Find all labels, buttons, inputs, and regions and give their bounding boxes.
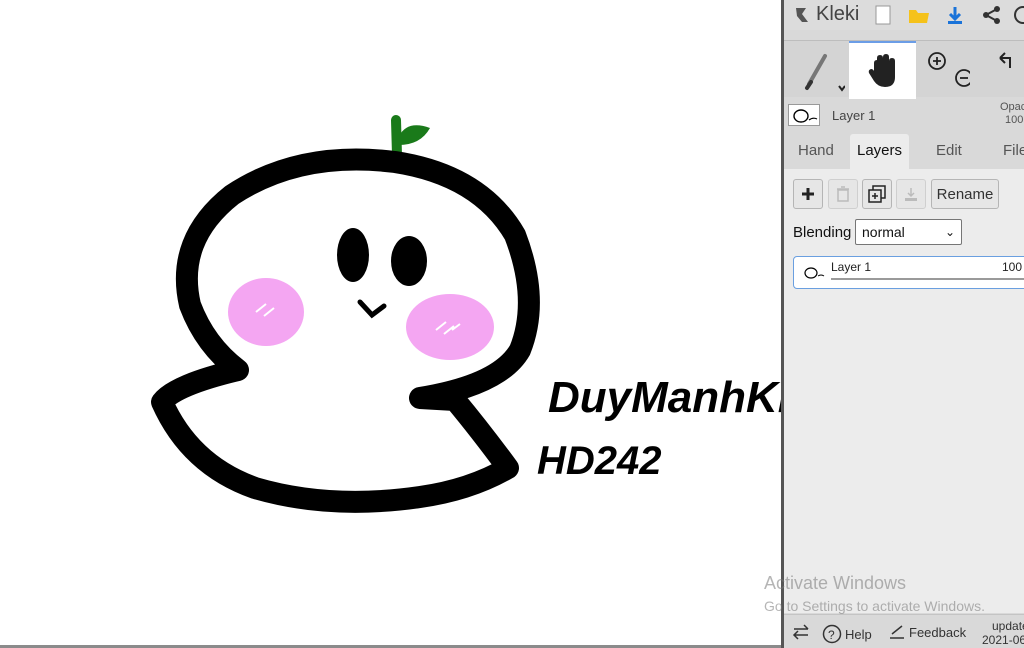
- update-label: update: [992, 619, 1024, 633]
- layers-panel: Rename Blending normal ⌄ Layer 1 100: [784, 169, 1024, 613]
- right-eye: [391, 236, 427, 286]
- right-blush: [406, 294, 494, 360]
- swap-side-button[interactable]: [792, 624, 810, 640]
- tool-row: [784, 40, 1024, 99]
- help-icon: ?: [822, 624, 842, 644]
- open-folder-icon[interactable]: [908, 4, 930, 26]
- chevron-down-icon: [838, 85, 845, 92]
- tab-edit[interactable]: Edit: [929, 134, 969, 169]
- undo-icon: [999, 52, 1011, 68]
- layer-thumbnail: [804, 267, 825, 279]
- download-icon[interactable]: [944, 4, 966, 26]
- kleki-logo-icon: [796, 7, 808, 22]
- update-info[interactable]: update 2021-06: [982, 619, 1024, 647]
- blending-value: normal: [862, 224, 905, 240]
- app-logo: Kleki: [792, 3, 859, 26]
- tab-layers[interactable]: Layers: [850, 134, 910, 169]
- opacity-label: Opac: [1000, 101, 1024, 113]
- windows-activation-title: Activate Windows: [764, 573, 907, 593]
- settings-icon[interactable]: [1012, 4, 1024, 26]
- layer-thumbnail-small: [788, 104, 820, 126]
- feedback-label: Feedback: [909, 624, 967, 640]
- help-button[interactable]: ? Help: [822, 624, 872, 644]
- brush-tool[interactable]: [790, 41, 850, 97]
- trash-icon: [837, 186, 849, 202]
- hand-tool[interactable]: [849, 41, 916, 99]
- merge-down-button[interactable]: [896, 179, 926, 209]
- delete-layer-button[interactable]: [828, 179, 858, 209]
- svg-text:?: ?: [828, 628, 835, 642]
- blending-label: Blending: [793, 224, 852, 241]
- plus-icon: [802, 188, 814, 200]
- feedback-button[interactable]: Feedback: [888, 624, 966, 640]
- opacity-readout: Opac 100: [1000, 101, 1024, 127]
- undo-tool[interactable]: [984, 41, 1024, 97]
- layer-name: Layer 1: [831, 260, 872, 274]
- tab-hand[interactable]: Hand: [791, 134, 841, 169]
- chevron-down-icon: ⌄: [944, 225, 955, 239]
- swap-arrows-icon: [792, 624, 809, 640]
- current-layer-info: Layer 1 Opac 100: [784, 98, 1024, 132]
- left-eye: [337, 228, 369, 282]
- new-file-icon[interactable]: [872, 4, 894, 26]
- help-label: Help: [845, 626, 872, 642]
- windows-activation-subtitle: Go to Settings to activate Windows.: [764, 598, 985, 614]
- panel-tabs: Hand Layers Edit File: [784, 134, 1024, 169]
- left-blush: [228, 278, 304, 346]
- panel-footer: ? Help Feedback update 2021-06: [784, 614, 1024, 648]
- top-bar: Kleki: [784, 0, 1024, 30]
- ghost-drawing: DuyManhKi HD242: [151, 115, 781, 513]
- drawing-canvas[interactable]: DuyManhKi HD242: [0, 0, 781, 648]
- merge-down-icon: [905, 188, 917, 201]
- add-layer-button[interactable]: [793, 179, 823, 209]
- duplicate-layer-button[interactable]: [862, 179, 892, 209]
- handwriting-line2: HD242: [537, 439, 662, 483]
- side-panel: Kleki Layer 1 Opac 100 Hand Layers Edit …: [784, 0, 1024, 648]
- share-icon[interactable]: [981, 4, 1003, 26]
- tab-file[interactable]: File: [996, 134, 1024, 169]
- opacity-value: 100: [1005, 114, 1024, 126]
- app-name: Kleki: [816, 3, 860, 25]
- rename-layer-button[interactable]: Rename: [931, 179, 999, 209]
- handwriting-line1: DuyManhKi: [548, 373, 781, 422]
- duplicate-icon: [868, 185, 886, 203]
- zoom-in-out-icon: [928, 52, 970, 87]
- brush-icon: [805, 54, 845, 92]
- current-layer-name: Layer 1: [832, 108, 876, 123]
- zoom-tool[interactable]: [924, 41, 970, 97]
- layer-list-item[interactable]: Layer 1 100: [793, 256, 1024, 289]
- layer-opacity: 100: [1002, 260, 1023, 274]
- blending-select[interactable]: normal ⌄: [855, 219, 962, 245]
- hand-icon: [868, 54, 895, 87]
- layer-opacity-slider[interactable]: [831, 278, 1024, 280]
- update-date: 2021-06: [982, 633, 1024, 647]
- feedback-icon: [890, 625, 904, 639]
